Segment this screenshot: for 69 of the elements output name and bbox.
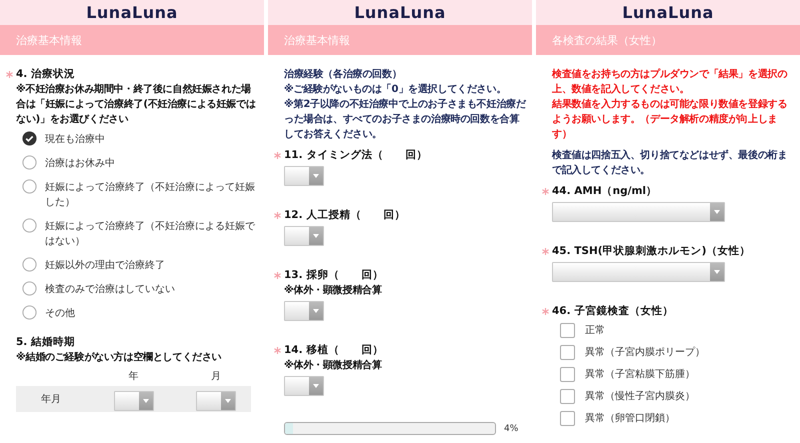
question-title: 44. AMH（ng/ml） bbox=[552, 184, 657, 199]
question-title: 11. タイミング法（ 回） bbox=[284, 148, 428, 163]
checkbox[interactable] bbox=[560, 388, 575, 404]
dropdown[interactable] bbox=[284, 376, 324, 396]
option-label: 異常（慢性子宮内膜炎） bbox=[585, 390, 695, 404]
question-title: 12. 人工授精（ 回） bbox=[284, 208, 406, 223]
column-label: 年 bbox=[128, 370, 140, 384]
instruction-text: 結果数値を入力するものは可能な限り数値を登録するようお願いします。（データ解析の精度が向上します） bbox=[552, 98, 788, 142]
progress-percent: 4% bbox=[504, 424, 518, 434]
checkbox[interactable] bbox=[560, 410, 575, 426]
instruction-text: ※第2子以降の不妊治療中で上のお子さまも不妊治療だった場合は、すべてのお子さまの治療時の回数を合算してお答えください。 bbox=[284, 98, 526, 142]
option-label: 妊娠によって治療終了（不妊治療による妊娠ではない） bbox=[45, 220, 256, 249]
dropdown[interactable] bbox=[284, 166, 324, 186]
row-label: 年月 bbox=[41, 393, 61, 406]
section-title: 治療基本情報 bbox=[16, 32, 82, 48]
question-title: 14. 移植（ 回） bbox=[284, 343, 384, 358]
radio-button[interactable] bbox=[22, 305, 37, 320]
section-title: 各検査の結果（女性） bbox=[552, 32, 662, 48]
caret-icon bbox=[714, 210, 720, 214]
option-label: 異常（卵管口閉鎖） bbox=[585, 412, 675, 426]
question-title: 45. TSH(甲状腺刺激ホルモン)（女性） bbox=[552, 244, 750, 259]
option-label: 治療はお休み中 bbox=[45, 156, 115, 171]
radio-button[interactable] bbox=[22, 179, 37, 194]
caret-icon bbox=[225, 398, 231, 402]
checkbox[interactable] bbox=[560, 344, 575, 360]
question-note: ※体外・顕微授精合算 bbox=[284, 358, 383, 373]
question-note: ※体外・顕微授精合算 bbox=[284, 284, 383, 298]
caret-icon bbox=[313, 234, 319, 238]
logo: LunaLuna bbox=[622, 3, 714, 22]
logo: LunaLuna bbox=[354, 3, 446, 22]
instruction-text: 検査値は四捨五入、切り捨てなどはせず、最後の桁まで記入してください。 bbox=[552, 148, 788, 178]
caret-icon bbox=[142, 398, 148, 402]
radio-button[interactable] bbox=[22, 281, 37, 296]
dropdown[interactable] bbox=[196, 390, 236, 410]
dropdown[interactable] bbox=[552, 262, 725, 282]
instruction-text: ※ご経験がないものは「0」を選択してください。 bbox=[284, 82, 508, 97]
checkbox[interactable] bbox=[560, 366, 575, 382]
question-title: 46. 子宮鏡検査（女性） bbox=[552, 304, 674, 319]
question-title: 4. 治療状況 bbox=[16, 67, 75, 82]
option-label: 現在も治療中 bbox=[45, 132, 105, 147]
instruction-text: 検査値をお持ちの方はプルダウンで「結果」を選択の上、数値を記入してください。 bbox=[552, 67, 788, 97]
option-label: 妊娠によって治療終了（不妊治療によって妊娠した） bbox=[45, 180, 256, 210]
dropdown[interactable] bbox=[284, 226, 324, 246]
dropdown[interactable] bbox=[114, 390, 154, 410]
question-title: 13. 採卵（ 回） bbox=[284, 268, 384, 283]
logo: LunaLuna bbox=[86, 3, 178, 22]
section-title: 治療基本情報 bbox=[284, 32, 350, 48]
option-label: 検査のみで治療はしていない bbox=[45, 282, 175, 297]
caret-icon bbox=[313, 384, 319, 388]
dropdown[interactable] bbox=[284, 301, 324, 321]
caret-icon bbox=[313, 309, 319, 313]
option-label: 正常 bbox=[585, 324, 605, 338]
caret-icon bbox=[313, 174, 319, 178]
column-label: 月 bbox=[210, 370, 222, 384]
dropdown[interactable] bbox=[552, 202, 725, 222]
radio-button[interactable] bbox=[22, 218, 37, 233]
question-note: ※不妊治療お休み期間中・終了後に自然妊娠された場合は「妊娠によって治療終了(不妊治療による妊娠ではない)」をお選びください bbox=[16, 82, 257, 127]
option-label: 異常（子宮内膜ポリープ） bbox=[585, 346, 705, 360]
question-title: 5. 結婚時期 bbox=[16, 335, 75, 350]
question-note: ※結婚のご経験がない方は空欄としてください bbox=[16, 350, 223, 365]
radio-button[interactable] bbox=[22, 155, 37, 170]
checkbox[interactable] bbox=[560, 322, 575, 338]
radio-button[interactable] bbox=[22, 257, 37, 272]
caret-icon bbox=[714, 270, 720, 274]
option-label: 妊娠以外の理由で治療終了 bbox=[45, 258, 165, 273]
option-label: その他 bbox=[45, 307, 75, 321]
checked-radio-icon[interactable] bbox=[22, 131, 37, 146]
instruction-text: 治療経験（各治療の回数） bbox=[284, 68, 403, 82]
option-label: 異常（子宮粘膜下筋腫） bbox=[585, 368, 695, 382]
